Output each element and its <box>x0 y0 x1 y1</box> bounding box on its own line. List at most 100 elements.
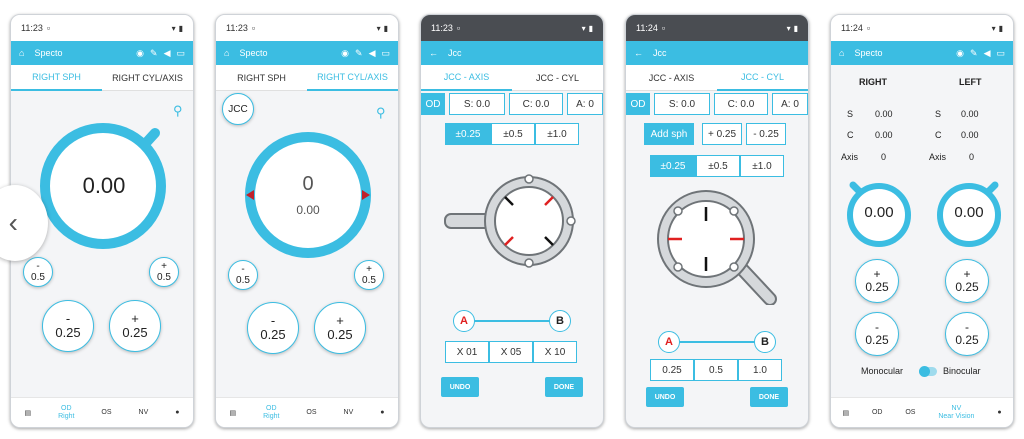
eye-icon[interactable]: ◉ <box>341 48 349 59</box>
left-plus-button[interactable]: +0.25 <box>945 259 989 303</box>
list-icon[interactable]: ▤ <box>24 409 31 417</box>
tab-right-cyl-axis[interactable]: RIGHT CYL/AXIS <box>307 65 398 91</box>
left-axis-label: Axis <box>929 152 947 162</box>
jcc-button[interactable]: JCC <box>222 93 254 125</box>
x-option-10[interactable]: 1.0 <box>738 359 782 381</box>
light-icon[interactable]: ✎ <box>355 48 363 59</box>
nav-od[interactable]: OD Right <box>263 405 279 420</box>
right-c-value: 0.00 <box>875 130 893 140</box>
x-option-10[interactable]: X 10 <box>533 341 577 363</box>
back-arrow-icon[interactable]: ← <box>429 48 438 58</box>
option-b-button[interactable]: B <box>549 310 571 332</box>
big-minus-button[interactable]: -0.25 <box>247 302 299 354</box>
tab-right-sph[interactable]: RIGHT SPH <box>11 65 102 91</box>
step-025[interactable]: ±0.25 <box>445 123 491 145</box>
small-plus-button[interactable]: +0.5 <box>149 257 179 287</box>
person-icon[interactable]: ● <box>380 409 384 416</box>
small-minus-button[interactable]: -0.5 <box>23 257 53 287</box>
home-icon[interactable]: ⌂ <box>224 48 229 58</box>
nav-nv[interactable]: NV Near Vision <box>938 405 974 420</box>
home-icon[interactable]: ⌂ <box>839 48 844 58</box>
readout-s: S: 0.0 <box>654 93 710 115</box>
done-button[interactable]: DONE <box>750 387 788 407</box>
step-selector: ±0.25 ±0.5 ±1.0 <box>445 123 579 145</box>
glasses-icon[interactable]: ▭ <box>176 48 185 59</box>
step-10[interactable]: ±1.0 <box>535 123 579 145</box>
status-time: 11:23 <box>226 23 248 33</box>
sound-icon[interactable]: ◀ <box>164 48 171 59</box>
big-minus-button[interactable]: -0.25 <box>42 300 94 352</box>
nav-nv[interactable]: NV <box>344 409 354 417</box>
tab-jcc-axis[interactable]: JCC - AXIS <box>626 65 717 91</box>
sound-icon[interactable]: ◀ <box>984 48 991 59</box>
big-plus-button[interactable]: +0.25 <box>109 300 161 352</box>
od-badge: OD <box>421 93 445 115</box>
glasses-icon[interactable]: ▭ <box>996 48 1005 59</box>
battery-icon: ▮ <box>178 23 183 33</box>
option-b-button[interactable]: B <box>754 331 776 353</box>
list-icon[interactable]: ▤ <box>842 409 849 417</box>
right-minus-button[interactable]: -0.25 <box>855 312 899 356</box>
tab-right-sph[interactable]: RIGHT SPH <box>216 65 307 91</box>
list-icon[interactable]: ▤ <box>229 409 236 417</box>
sph-plus-button[interactable]: + 0.25 <box>702 123 742 145</box>
step-025[interactable]: ±0.25 <box>650 155 696 177</box>
undo-button[interactable]: UNDO <box>646 387 684 407</box>
light-icon[interactable]: ✎ <box>150 48 158 59</box>
left-s-value: 0.00 <box>961 109 979 119</box>
bottom-nav: ▤ OD OS NV Near Vision ● <box>831 397 1013 427</box>
tab-bar: RIGHT SPH RIGHT CYL/AXIS <box>216 65 398 91</box>
nav-od[interactable]: OD <box>872 409 883 417</box>
big-plus-button[interactable]: +0.25 <box>314 302 366 354</box>
status-bar: 11:23 ▫ ▾ ▮ <box>216 15 398 41</box>
left-dial-value: 0.00 <box>954 204 984 221</box>
home-icon[interactable]: ⌂ <box>19 48 24 58</box>
jcc-magnifier-graphic[interactable] <box>646 187 796 305</box>
x-option-025[interactable]: 0.25 <box>650 359 694 381</box>
app-bar: ⌂ Specto ◉ ✎ ◀ ▭ <box>11 41 193 65</box>
x-option-01[interactable]: X 01 <box>445 341 489 363</box>
nav-od[interactable]: OD Right <box>58 405 74 420</box>
od-badge: OD <box>626 93 650 115</box>
person-icon[interactable]: ● <box>175 409 179 416</box>
sph-minus-button[interactable]: - 0.25 <box>746 123 786 145</box>
option-a-button[interactable]: A <box>453 310 475 332</box>
undo-button[interactable]: UNDO <box>441 377 479 397</box>
x-option-05[interactable]: 0.5 <box>694 359 738 381</box>
eye-icon[interactable]: ◉ <box>136 48 144 59</box>
vision-mode-toggle[interactable] <box>919 366 937 377</box>
back-arrow-icon[interactable]: ← <box>634 48 643 58</box>
small-plus-button[interactable]: +0.5 <box>354 260 384 290</box>
person-icon[interactable]: ● <box>997 409 1001 416</box>
nav-nv[interactable]: NV <box>139 409 149 417</box>
tab-jcc-axis[interactable]: JCC - AXIS <box>421 65 512 91</box>
tab-jcc-cyl[interactable]: JCC - CYL <box>717 65 808 91</box>
glasses-icon[interactable]: ▭ <box>381 48 390 59</box>
small-minus-button[interactable]: -0.5 <box>228 260 258 290</box>
sound-icon[interactable]: ◀ <box>369 48 376 59</box>
x-selector: 0.25 0.5 1.0 <box>650 359 782 381</box>
nav-os[interactable]: OS <box>101 409 111 417</box>
nav-os[interactable]: OS <box>306 409 316 417</box>
step-10[interactable]: ±1.0 <box>740 155 784 177</box>
step-05[interactable]: ±0.5 <box>491 123 535 145</box>
phone-screen-jcc-axis: 11:23 ▫ ▾ ▮ ← Jcc JCC - AXIS JCC - CYL OD … <box>420 14 604 428</box>
add-sph-button[interactable]: Add sph <box>644 123 694 145</box>
left-minus-button[interactable]: -0.25 <box>945 312 989 356</box>
status-bar: 11:23 ▫ ▾ ▮ <box>421 15 603 41</box>
eye-toggle-icon[interactable]: ⚲ <box>376 105 386 121</box>
light-icon[interactable]: ✎ <box>970 48 978 59</box>
jcc-lens-graphic[interactable] <box>441 167 591 277</box>
tab-right-cyl-axis[interactable]: RIGHT CYL/AXIS <box>102 65 193 91</box>
step-05[interactable]: ±0.5 <box>696 155 740 177</box>
option-a-button[interactable]: A <box>658 331 680 353</box>
right-plus-button[interactable]: +0.25 <box>855 259 899 303</box>
eye-icon[interactable]: ◉ <box>956 48 964 59</box>
notification-icon: ▫ <box>661 23 666 33</box>
x-option-05[interactable]: X 05 <box>489 341 533 363</box>
nav-os[interactable]: OS <box>905 409 915 417</box>
status-bar: 11:24 ▫ ▾ ▮ <box>831 15 1013 41</box>
done-button[interactable]: DONE <box>545 377 583 397</box>
readout-a: A: 0 <box>567 93 603 115</box>
tab-jcc-cyl[interactable]: JCC - CYL <box>512 65 603 91</box>
